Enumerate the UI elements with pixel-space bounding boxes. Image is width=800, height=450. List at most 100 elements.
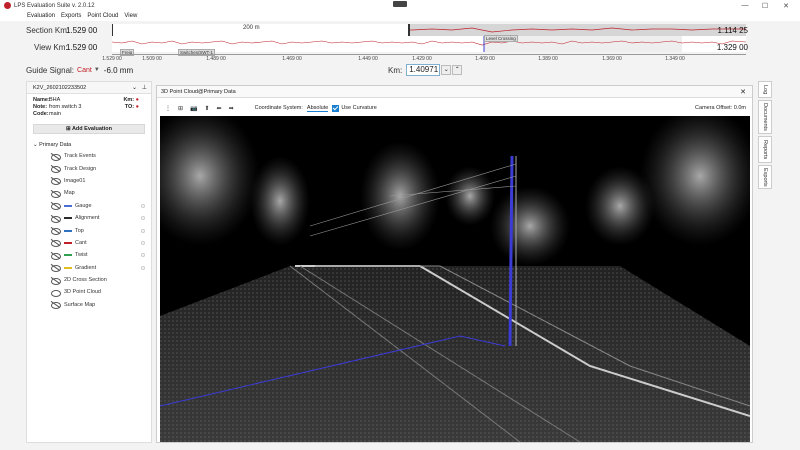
- title-bar: LPS Evaluation Suite v. 2.0.12 — ☐ ✕: [0, 0, 800, 11]
- section-km-end: 1.114 25: [717, 25, 748, 35]
- eye-off-icon[interactable]: [51, 227, 61, 236]
- tree-root-primary-data[interactable]: ⌄ Primary Data: [27, 137, 151, 150]
- settings-icon[interactable]: [141, 253, 145, 258]
- app-logo-icon: [4, 2, 11, 9]
- point-cloud-canvas[interactable]: [160, 116, 750, 442]
- km-down-button[interactable]: ⌄: [441, 65, 452, 75]
- arrow-left-icon[interactable]: ⬅: [217, 105, 222, 112]
- layer-item[interactable]: Gradient: [27, 262, 151, 274]
- axis-tick: 1.509 00: [142, 56, 162, 62]
- layer-item[interactable]: 2D Cross Section: [27, 274, 151, 286]
- arrow-right-icon[interactable]: ➡: [229, 105, 234, 112]
- km-input[interactable]: 1.40971: [406, 64, 441, 76]
- eye-off-icon[interactable]: [51, 264, 61, 273]
- more-icon[interactable]: ⋮: [165, 105, 171, 112]
- eye-off-icon[interactable]: [51, 277, 61, 285]
- minimize-button[interactable]: —: [735, 0, 755, 11]
- layer-item[interactable]: Alignment: [27, 212, 151, 224]
- layer-label: Image01: [64, 177, 86, 184]
- layer-item[interactable]: Map: [27, 187, 151, 199]
- eye-off-icon[interactable]: [51, 177, 61, 186]
- settings-icon[interactable]: [141, 265, 145, 270]
- section-window-label: 200 m: [243, 25, 260, 31]
- layer-item[interactable]: Track Design: [27, 162, 151, 174]
- tab-log[interactable]: Log: [758, 81, 772, 98]
- info-key: Code:: [33, 111, 49, 117]
- settings-icon[interactable]: [141, 228, 145, 233]
- section-km-start: 1.529 00: [66, 25, 98, 35]
- chevron-down-icon[interactable]: ▼: [94, 67, 100, 73]
- menu-view[interactable]: View: [124, 13, 137, 19]
- maximize-button[interactable]: ☐: [755, 0, 775, 11]
- view-tag-3[interactable]: Level Crossing: [484, 35, 518, 42]
- layer-item[interactable]: Twist: [27, 249, 151, 261]
- view-km-start: 1.529 00: [66, 42, 98, 52]
- eye-off-icon[interactable]: [51, 215, 61, 223]
- menu-point-cloud[interactable]: Point Cloud: [87, 13, 118, 19]
- pin-icon[interactable]: ⊥: [142, 84, 147, 91]
- viewer-toolbar: ⋮ ⊞ 📷 ⬆ ⬅ ➡ Coordinate System: Absolute …: [157, 102, 752, 114]
- chevron-down-icon[interactable]: ⌄: [132, 84, 137, 91]
- km-input-label: Km:: [388, 65, 403, 75]
- axis-tick: 1.389 00: [538, 56, 558, 62]
- point-cloud-tab[interactable]: 3D Point Cloud@Primary Data: [157, 86, 752, 98]
- info-right: TO: ●: [125, 104, 139, 111]
- layer-label: Top: [75, 227, 84, 234]
- layer-item[interactable]: Gauge: [27, 200, 151, 212]
- section-slider[interactable]: 200 m: [112, 24, 746, 36]
- eye-icon[interactable]: [51, 289, 61, 297]
- layer-item[interactable]: Cant: [27, 237, 151, 249]
- evaluation-panel: K2V_2602102233502 ⌄ ⊥ Name:BHA Km: ● Note…: [26, 81, 152, 443]
- tab-documents[interactable]: Documents: [758, 100, 772, 134]
- add-evaluation-button[interactable]: ⊞ Add Evaluation: [33, 124, 145, 134]
- guide-signal-select[interactable]: Cant: [77, 67, 92, 74]
- axis-tick: 1.489 00: [206, 56, 226, 62]
- coordinate-system-label: Coordinate System:: [254, 105, 303, 111]
- menu-exports[interactable]: Exports: [61, 13, 81, 19]
- guide-signal-value: -6.0 mm: [103, 65, 134, 75]
- view-slider[interactable]: Freig Switches/SWT-1 Level Crossing: [112, 35, 746, 56]
- eye-off-icon[interactable]: [51, 239, 61, 248]
- info-note: from switch 3: [49, 104, 82, 110]
- eye-off-icon[interactable]: [51, 301, 61, 310]
- menu-evaluation[interactable]: Evaluation: [27, 13, 55, 19]
- axis-tick: 1.449 00: [358, 56, 378, 62]
- tab-exports[interactable]: Exports: [758, 165, 772, 189]
- eye-off-icon[interactable]: [51, 202, 61, 211]
- section-km-row: Section Km: 1.529 00 200 m 1.114 25: [0, 23, 800, 37]
- layer-label: Track Events: [64, 153, 96, 160]
- use-curvature-checkbox[interactable]: [332, 104, 340, 112]
- settings-icon[interactable]: [141, 240, 145, 245]
- settings-icon[interactable]: [141, 203, 145, 208]
- info-right: Km: ●: [123, 97, 139, 104]
- tab-log-label: Log: [762, 84, 768, 95]
- grid-icon[interactable]: ⊞: [178, 105, 183, 112]
- layer-label: Gradient: [75, 264, 97, 271]
- info-right-key: TO:: [124, 104, 135, 110]
- tab-reports[interactable]: Reports: [758, 136, 772, 163]
- evaluation-header[interactable]: K2V_2602102233502 ⌄ ⊥: [27, 82, 151, 94]
- close-button[interactable]: ✕: [776, 0, 796, 11]
- settings-icon[interactable]: [141, 216, 145, 221]
- camera-icon[interactable]: 📷: [190, 105, 197, 112]
- axis-tick: 1.469 00: [282, 56, 302, 62]
- arrow-up-icon[interactable]: ⬆: [205, 105, 210, 112]
- evaluation-id: K2V_2602102233502: [33, 84, 87, 91]
- section-window-handle[interactable]: [112, 24, 410, 36]
- eye-off-icon[interactable]: [51, 153, 61, 161]
- eye-off-icon[interactable]: [51, 252, 61, 260]
- layer-item[interactable]: Image01: [27, 175, 151, 187]
- layer-item[interactable]: Top: [27, 224, 151, 236]
- layer-item[interactable]: Surface Map: [27, 299, 151, 311]
- series-color-swatch: [64, 254, 72, 257]
- axis-tick: 1.349 00: [665, 56, 685, 62]
- close-icon[interactable]: ✕: [740, 88, 746, 96]
- coordinate-system-select[interactable]: Absolute: [306, 105, 329, 112]
- layer-item[interactable]: Track Events: [27, 150, 151, 162]
- eye-off-icon[interactable]: [51, 165, 61, 174]
- series-color-swatch: [64, 229, 72, 232]
- layer-item[interactable]: 3D Point Cloud: [27, 286, 151, 298]
- series-color-swatch: [64, 241, 72, 244]
- eye-off-icon[interactable]: [51, 190, 61, 198]
- km-up-button[interactable]: ⌃: [452, 65, 463, 75]
